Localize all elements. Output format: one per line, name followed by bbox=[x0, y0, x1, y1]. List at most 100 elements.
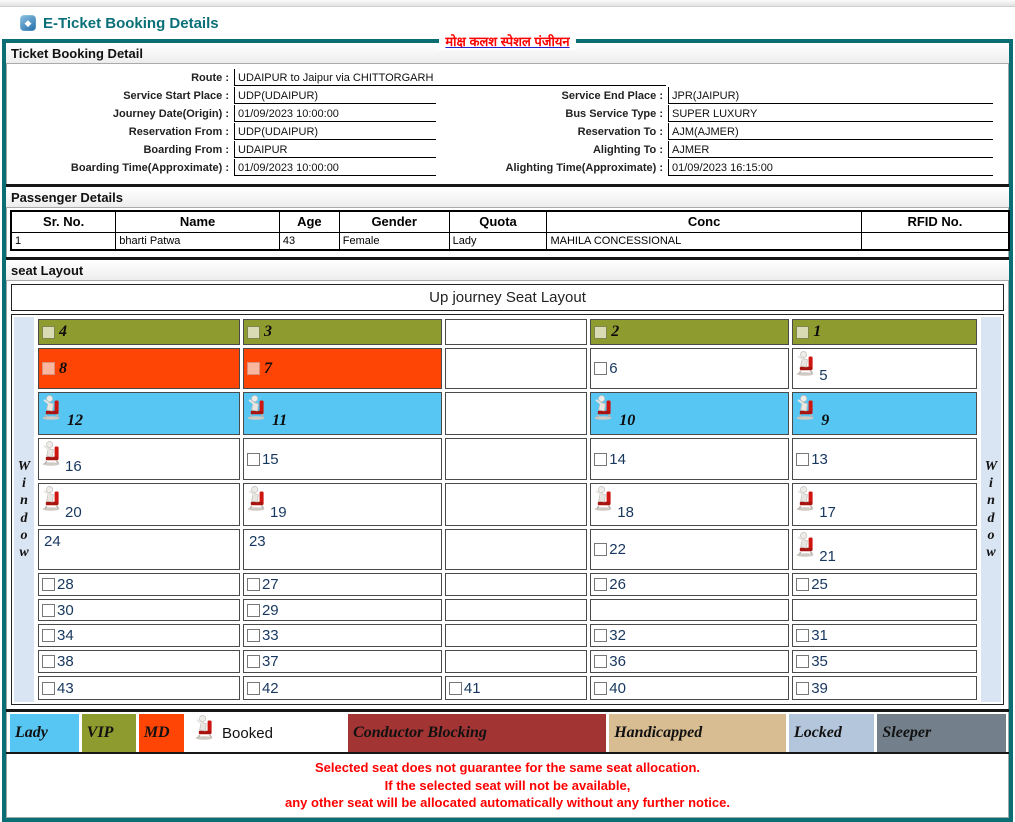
window-letter: n bbox=[987, 492, 995, 509]
seat-cell-9: 9 bbox=[792, 392, 977, 435]
booking-form: Route :UDAIPUR to Jaipur via CHITTORGARH… bbox=[6, 64, 1009, 184]
field-label-right-2: Reservation To : bbox=[438, 123, 666, 140]
seat-number: 39 bbox=[811, 680, 828, 697]
seat-22-checkbox[interactable] bbox=[594, 543, 607, 556]
seat-25-checkbox[interactable] bbox=[796, 578, 809, 591]
seat-number: 15 bbox=[262, 451, 279, 468]
section-title-seat-layout: seat Layout bbox=[6, 260, 1009, 281]
seat-layout-container: Window 432187651211109161514132019181724… bbox=[11, 314, 1004, 705]
table-cell: bharti Patwa bbox=[116, 232, 280, 250]
seat-30-checkbox[interactable] bbox=[42, 604, 55, 617]
seat-35-checkbox[interactable] bbox=[796, 655, 809, 668]
seat-26-checkbox[interactable] bbox=[594, 578, 607, 591]
empty-cell bbox=[445, 624, 587, 647]
seat-number: 38 bbox=[57, 653, 74, 670]
journey-seat-layout-banner: Up journey Seat Layout bbox=[11, 284, 1004, 311]
seat-13-checkbox[interactable] bbox=[796, 453, 809, 466]
field-value-right-3: AJMER bbox=[668, 141, 993, 158]
seat-cell-16: 16 bbox=[38, 438, 240, 480]
seat-cell-29: 29 bbox=[243, 599, 442, 621]
seat-number: 35 bbox=[811, 653, 828, 670]
seat-number: 14 bbox=[609, 451, 626, 468]
seat-1-checkbox bbox=[796, 326, 809, 339]
seat-number: 13 bbox=[811, 451, 828, 468]
seat-number: 5 bbox=[819, 367, 827, 384]
main-panel: मोक्ष कलश स्पेशल पंजीयन Ticket Booking D… bbox=[2, 39, 1013, 822]
seat-number: 34 bbox=[57, 627, 74, 644]
legend-label: VIP bbox=[87, 724, 114, 742]
seat-cell-19: 19 bbox=[243, 483, 442, 526]
seat-number: 9 bbox=[821, 412, 829, 430]
empty-cell bbox=[445, 348, 587, 389]
seat-cell-14: 14 bbox=[590, 438, 789, 480]
seat-14-checkbox[interactable] bbox=[594, 453, 607, 466]
booked-seat-icon bbox=[247, 486, 268, 516]
seat-cell-35: 35 bbox=[792, 650, 977, 673]
field-value-left-1: 01/09/2023 10:00:00 bbox=[234, 105, 436, 122]
window-letter: d bbox=[21, 510, 28, 527]
column-header: RFID No. bbox=[861, 211, 1009, 232]
seat-number: 43 bbox=[57, 680, 74, 697]
seat-cell-40: 40 bbox=[590, 676, 789, 700]
seat-cell-37: 37 bbox=[243, 650, 442, 673]
window-letter: o bbox=[988, 527, 995, 544]
field-label-left-3: Boarding From : bbox=[8, 141, 232, 158]
seat-cell-17: 17 bbox=[792, 483, 977, 526]
seat-number: 19 bbox=[270, 504, 287, 521]
seat-cell-39: 39 bbox=[792, 676, 977, 700]
legend-handicapped: Handicapped bbox=[609, 714, 786, 752]
moksha-kalash-special-link[interactable]: मोक्ष कलश स्पेशल पंजीयन bbox=[439, 32, 575, 50]
seat-cell-12: 12 bbox=[38, 392, 240, 435]
seat-32-checkbox[interactable] bbox=[594, 629, 607, 642]
empty-cell bbox=[445, 573, 587, 596]
seat-number: 36 bbox=[609, 653, 626, 670]
seat-number: 3 bbox=[264, 323, 272, 341]
window-label-left: Window bbox=[14, 317, 34, 702]
empty-cell bbox=[445, 438, 587, 480]
booked-seat-icon bbox=[594, 486, 615, 516]
seat-cell-41: 41 bbox=[445, 676, 587, 700]
seat-cell-2: 2 bbox=[590, 319, 789, 345]
seat-number: 18 bbox=[617, 504, 634, 521]
seat-cell-18: 18 bbox=[590, 483, 789, 526]
field-label-left-0: Service Start Place : bbox=[8, 87, 232, 104]
seat-42-checkbox[interactable] bbox=[247, 682, 260, 695]
seat-8-checkbox bbox=[42, 362, 55, 375]
column-header: Gender bbox=[339, 211, 449, 232]
field-value-left-4: 01/09/2023 10:00:00 bbox=[234, 159, 436, 176]
seat-36-checkbox[interactable] bbox=[594, 655, 607, 668]
window-label-right: Window bbox=[981, 317, 1001, 702]
seat-27-checkbox[interactable] bbox=[247, 578, 260, 591]
window-letter: o bbox=[21, 527, 28, 544]
field-label-right-3: Alighting To : bbox=[438, 141, 666, 158]
seat-43-checkbox[interactable] bbox=[42, 682, 55, 695]
empty-cell bbox=[590, 599, 789, 621]
seat-28-checkbox[interactable] bbox=[42, 578, 55, 591]
seat-41-checkbox[interactable] bbox=[449, 682, 462, 695]
window-letter: w bbox=[986, 544, 995, 561]
seat-29-checkbox[interactable] bbox=[247, 604, 260, 617]
seat-cell-22: 22 bbox=[590, 529, 789, 570]
field-label-route: Route : bbox=[8, 69, 232, 86]
seat-34-checkbox[interactable] bbox=[42, 629, 55, 642]
table-cell: 43 bbox=[279, 232, 339, 250]
seat-40-checkbox[interactable] bbox=[594, 682, 607, 695]
legend-label: Booked bbox=[222, 725, 273, 742]
seat-31-checkbox[interactable] bbox=[796, 629, 809, 642]
seat-cell-27: 27 bbox=[243, 573, 442, 596]
passenger-table-header-row: Sr. No.NameAgeGenderQuotaConcRFID No. bbox=[11, 211, 1009, 232]
seat-cell-23: 23 bbox=[243, 529, 442, 570]
seat-38-checkbox[interactable] bbox=[42, 655, 55, 668]
passenger-table: Sr. No.NameAgeGenderQuotaConcRFID No.1bh… bbox=[10, 210, 1010, 251]
seat-cell-21: 21 bbox=[792, 529, 977, 570]
seat-6-checkbox[interactable] bbox=[594, 362, 607, 375]
column-header: Name bbox=[116, 211, 280, 232]
seat-39-checkbox[interactable] bbox=[796, 682, 809, 695]
seat-37-checkbox[interactable] bbox=[247, 655, 260, 668]
seat-15-checkbox[interactable] bbox=[247, 453, 260, 466]
seat-2-checkbox bbox=[594, 326, 607, 339]
seat-number: 17 bbox=[819, 504, 836, 521]
seat-33-checkbox[interactable] bbox=[247, 629, 260, 642]
seat-cell-6: 6 bbox=[590, 348, 789, 389]
seat-number: 29 bbox=[262, 602, 279, 619]
